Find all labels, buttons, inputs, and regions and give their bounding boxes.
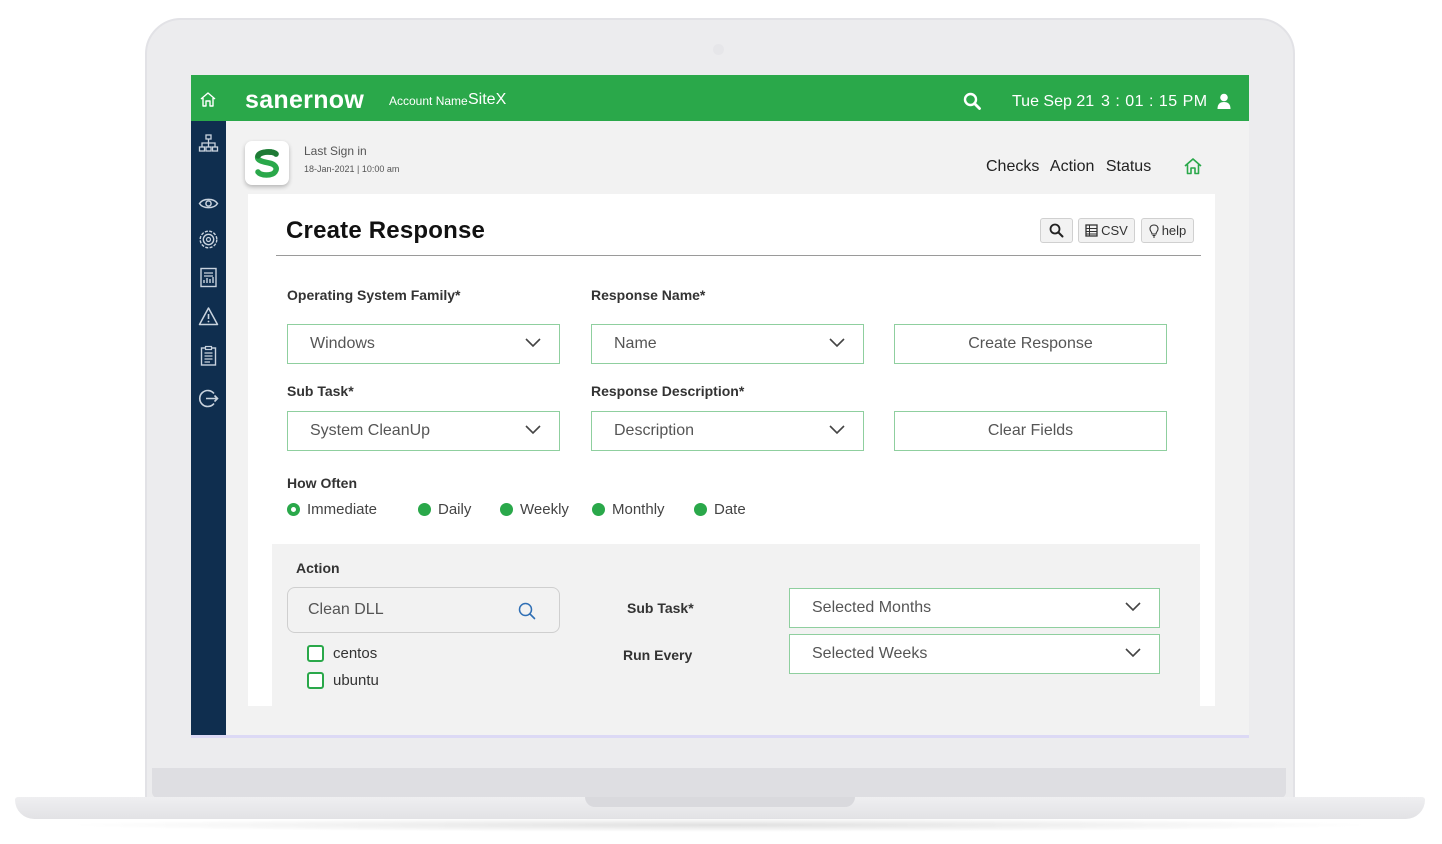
radio-label: Immediate [307, 501, 378, 518]
app-logo-mark [255, 149, 279, 178]
tab-action[interactable]: Action [1050, 158, 1094, 175]
selected-weeks-select[interactable]: Selected Weeks [789, 634, 1160, 674]
laptop-notch [585, 797, 855, 807]
response-name-label: Response Name* [591, 287, 706, 303]
csv-label: CSV [1101, 223, 1128, 238]
home-icon[interactable] [1183, 157, 1203, 175]
sub-task-select[interactable]: System CleanUp [287, 411, 560, 451]
response-description-select[interactable]: Description [591, 411, 864, 451]
laptop-camera [713, 44, 724, 55]
selected-weeks-value: Selected Weeks [812, 645, 928, 662]
user-icon[interactable] [1217, 93, 1231, 109]
chevron-down-icon [525, 338, 541, 348]
radio-date[interactable]: Date [694, 501, 746, 518]
app-screen: sanernow Account Name SiteX Tue Sep 21 3… [191, 75, 1249, 737]
current-time: 3 : 01 : 15 PM [1101, 93, 1208, 110]
radio-label: Daily [438, 501, 472, 518]
how-often-label: How Often [287, 475, 357, 491]
radio-daily[interactable]: Daily [418, 501, 471, 518]
chevron-down-icon [829, 338, 845, 348]
chevron-down-icon [525, 425, 541, 435]
radio-immediate[interactable]: Immediate [287, 501, 377, 518]
lightbulb-icon [1149, 223, 1159, 238]
action-panel: Action Clean DLL centos ubuntu Sub Task*… [272, 544, 1200, 706]
sub-task-value: System CleanUp [310, 422, 431, 439]
os-family-select[interactable]: Windows [287, 324, 560, 364]
response-name-select[interactable]: Name [591, 324, 864, 364]
action-label: Action [296, 560, 340, 576]
checkbox-centos[interactable]: centos [307, 645, 377, 662]
home-icon[interactable] [199, 91, 217, 107]
chevron-down-icon [1125, 602, 1141, 612]
table-icon [1085, 224, 1098, 237]
tab-checks[interactable]: Checks [986, 158, 1039, 175]
help-button[interactable]: help [1141, 218, 1194, 243]
radio-label: Date [714, 501, 746, 518]
radio-weekly[interactable]: Weekly [500, 501, 569, 518]
checkbox-label: ubuntu [333, 672, 379, 689]
response-name-value: Name [614, 335, 657, 352]
title-divider [276, 255, 1201, 256]
radio-monthly[interactable]: Monthly [592, 501, 665, 518]
last-sign-date: 18-Jan-2021 | 10:00 am [304, 164, 400, 174]
network-icon[interactable] [198, 133, 219, 154]
report-icon[interactable] [198, 267, 219, 288]
chevron-down-icon [1125, 648, 1141, 658]
os-family-value: Windows [310, 335, 375, 352]
checkbox-label: centos [333, 645, 378, 662]
create-response-card: Create Response CSV help Operating Syste… [248, 194, 1215, 706]
page-title: Create Response [286, 217, 486, 244]
selected-months-value: Selected Months [812, 599, 932, 616]
action-search-input[interactable]: Clean DLL [287, 587, 560, 633]
tab-status[interactable]: Status [1106, 158, 1151, 175]
brand-logo: sanernow [245, 86, 365, 114]
radio-dot-icon [694, 503, 707, 516]
os-family-label: Operating System Family* [287, 287, 461, 303]
checkbox-ubuntu[interactable]: ubuntu [307, 672, 379, 689]
checkbox-icon [307, 672, 324, 689]
action-sub-task-label: Sub Task* [627, 600, 694, 616]
sub-task-label: Sub Task* [287, 383, 354, 399]
selected-months-select[interactable]: Selected Months [789, 588, 1160, 628]
current-date: Tue Sep 21 [1012, 93, 1095, 110]
response-description-label: Response Description* [591, 383, 745, 399]
laptop-chin [152, 768, 1286, 798]
clipboard-icon[interactable] [198, 345, 219, 366]
help-label: help [1161, 223, 1187, 238]
create-response-label: Create Response [968, 335, 1093, 352]
response-description-value: Description [614, 422, 695, 439]
radio-dot-icon [418, 503, 431, 516]
radio-selected-icon [287, 503, 300, 516]
alert-icon[interactable] [198, 306, 219, 327]
action-search-value: Clean DLL [308, 601, 384, 618]
create-response-button[interactable]: Create Response [894, 324, 1167, 364]
account-label: Account Name [389, 94, 468, 108]
top-bar: sanernow Account Name SiteX Tue Sep 21 3… [191, 75, 1249, 121]
header-tabs: Checks Action Status [986, 158, 1158, 176]
checkbox-icon [307, 645, 324, 662]
sidebar [191, 121, 226, 737]
app-logo [245, 141, 289, 185]
clear-fields-button[interactable]: Clear Fields [894, 411, 1167, 451]
clear-fields-label: Clear Fields [987, 422, 1074, 439]
last-sign-label: Last Sign in [304, 144, 367, 158]
radio-dot-icon [592, 503, 605, 516]
radio-dot-icon [500, 503, 513, 516]
search-button[interactable] [1040, 218, 1073, 243]
run-every-label: Run Every [623, 647, 693, 663]
logout-icon[interactable] [198, 388, 219, 409]
search-icon[interactable] [518, 602, 536, 620]
screen-edge [191, 735, 1249, 738]
gear-icon[interactable] [198, 229, 219, 250]
eye-icon[interactable] [198, 193, 219, 214]
search-icon[interactable] [963, 92, 981, 110]
radio-label: Monthly [612, 501, 665, 518]
csv-button[interactable]: CSV [1078, 218, 1135, 243]
search-icon [1049, 223, 1064, 238]
chevron-down-icon [829, 425, 845, 435]
laptop-shadow [60, 818, 1380, 832]
account-name[interactable]: SiteX [468, 91, 506, 109]
radio-label: Weekly [520, 501, 569, 518]
